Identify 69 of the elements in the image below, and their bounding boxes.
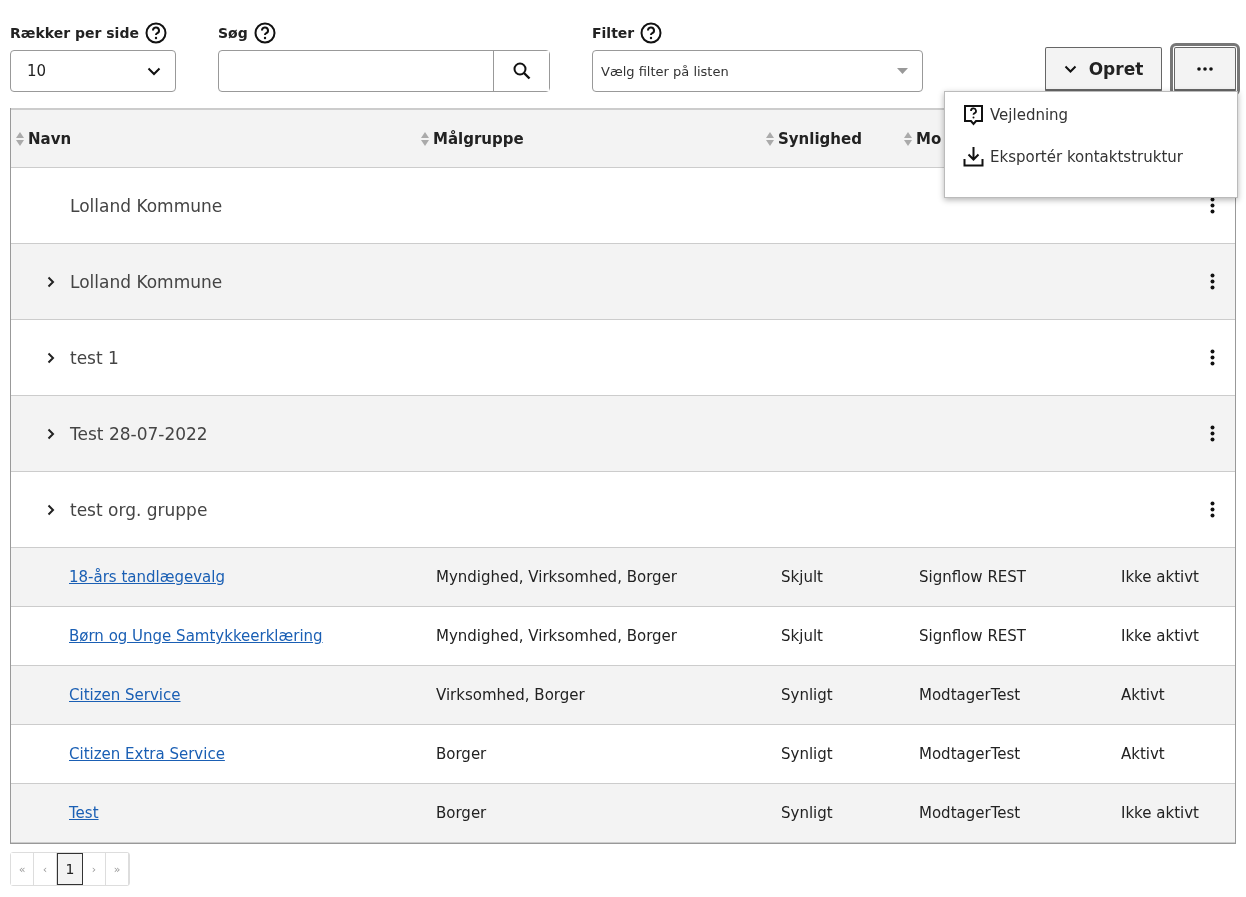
create-button[interactable]: Opret [1045, 47, 1162, 92]
table-cell-text: Virksomhed, Borger [435, 686, 586, 704]
field-label: Søg [218, 25, 248, 41]
row-menu-button[interactable] [1210, 501, 1215, 518]
table-cell-text: Myndighed, Virksomhed, Borger [435, 568, 678, 586]
table-cell-text: Ikke aktivt [1120, 568, 1200, 586]
download-icon [963, 146, 984, 167]
form-link[interactable]: Test [69, 804, 99, 822]
group-name: test 1 [70, 347, 119, 368]
chevron-right-icon[interactable] [47, 427, 55, 440]
rows-per-page-select[interactable]: 10 [10, 50, 176, 92]
group-name: Lolland Kommune [70, 271, 223, 292]
table-cell-text: ModtagerTest [918, 745, 1022, 763]
kebab-icon [1210, 425, 1215, 442]
menu-item[interactable]: Eksportér kontaktstruktur [963, 146, 1219, 167]
form-link[interactable]: Børn og Unge Samtykkeerklæring [69, 627, 323, 645]
table-cell-text: Skjult [780, 568, 824, 586]
table-cell-text: Borger [435, 745, 488, 763]
table-cell-text: Synligt [780, 686, 834, 704]
row-menu-button[interactable] [1210, 349, 1215, 366]
select-placeholder: Vælg filter på listen [601, 63, 729, 79]
table-cell-text: Ikke aktivt [1120, 627, 1200, 645]
chevron-right-icon[interactable] [47, 351, 55, 364]
caret-icon [897, 68, 908, 74]
table-cell-text: ModtagerTest [918, 804, 1022, 822]
table-cell-text: Synligt [780, 804, 834, 822]
column-header[interactable]: Navn [28, 129, 72, 148]
form-link[interactable]: 18-års tandlægevalg [69, 568, 225, 586]
table-cell-text: Skjult [780, 627, 824, 645]
kebab-icon [1210, 273, 1215, 290]
search-field[interactable] [218, 50, 550, 92]
table-cell-text: Synligt [780, 745, 834, 763]
column-header[interactable]: Mo [916, 129, 942, 148]
ellipsis-icon [1197, 66, 1213, 71]
kebab-icon [1210, 349, 1215, 366]
filter-select[interactable]: Vælg filter på listen [592, 50, 923, 92]
table-cell-text: ModtagerTest [918, 686, 1022, 704]
chevron-down-icon [1063, 64, 1077, 73]
select-value: 10 [27, 62, 47, 80]
page-button[interactable]: 1 [57, 853, 83, 885]
search-button[interactable] [493, 51, 549, 91]
column-header[interactable]: Målgruppe [433, 129, 524, 148]
form-link[interactable]: Citizen Service [69, 686, 181, 704]
help-icon[interactable] [640, 22, 663, 44]
table-cell-text: Signflow REST [918, 568, 1027, 586]
field-label: Rækker per side [10, 25, 139, 41]
table-cell-text: Signflow REST [918, 627, 1027, 645]
chevron-right-icon[interactable] [47, 275, 55, 288]
group-name: Lolland Kommune [70, 195, 223, 216]
field-label: Filter [592, 25, 635, 41]
help-icon [963, 104, 984, 126]
menu-item[interactable]: Vejledning [963, 104, 1219, 126]
kebab-icon [1210, 501, 1215, 518]
table-cell-text: Ikke aktivt [1120, 804, 1200, 822]
column-header[interactable]: Synlighed [778, 129, 862, 148]
chevron-down-icon [147, 66, 161, 76]
form-link[interactable]: Citizen Extra Service [69, 745, 225, 763]
row-menu-button[interactable] [1210, 273, 1215, 290]
row-menu-button[interactable] [1210, 425, 1215, 442]
chevron-right-icon[interactable] [47, 503, 55, 516]
help-icon[interactable] [144, 22, 167, 44]
table-cell-text: Borger [435, 804, 488, 822]
search-icon [512, 62, 531, 80]
help-icon[interactable] [253, 22, 276, 44]
group-name: test org. gruppe [70, 499, 208, 520]
table-cell-text: Aktivt [1120, 745, 1166, 763]
group-name: Test 28-07-2022 [70, 423, 208, 444]
table-cell-text: Myndighed, Virksomhed, Borger [435, 627, 678, 645]
table-cell-text: Aktivt [1120, 686, 1166, 704]
